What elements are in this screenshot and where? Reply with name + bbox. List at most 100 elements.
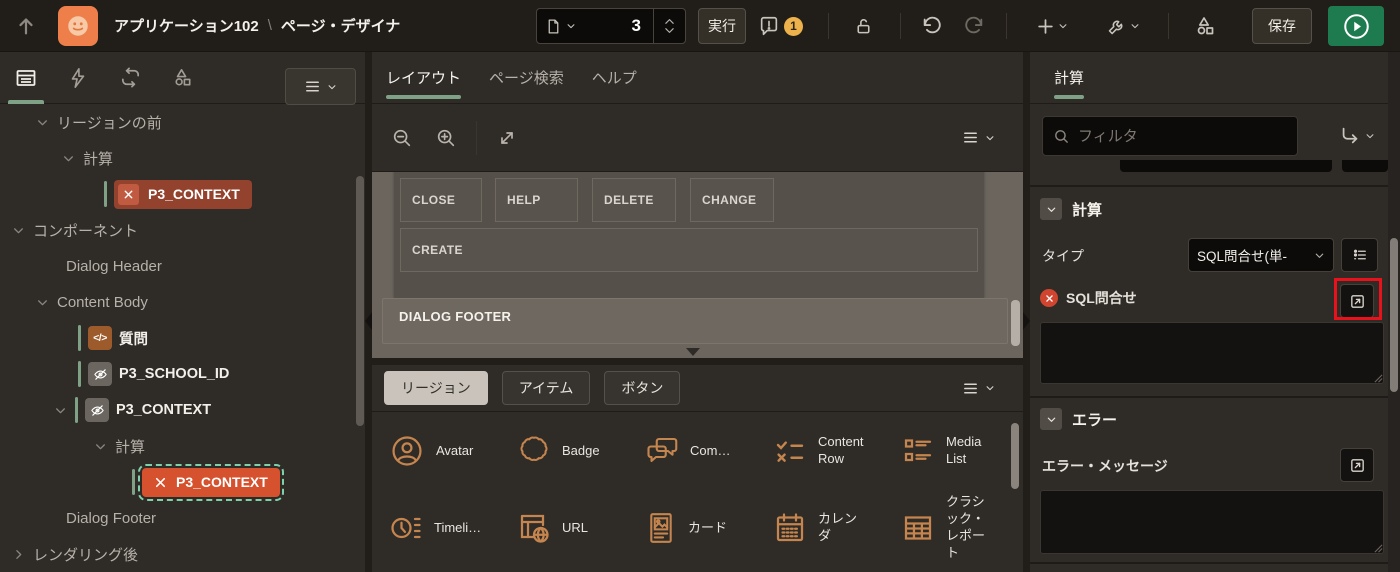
sql-query-textarea[interactable] [1040, 322, 1384, 384]
tree-item-item-computations[interactable]: 計算 [0, 428, 365, 464]
quick-pick-button[interactable] [1341, 238, 1378, 272]
tab-rendering[interactable] [0, 52, 52, 104]
gallery-item-avatar[interactable]: Avatar [388, 420, 516, 482]
gallery-item-badge[interactable]: Badge [516, 420, 644, 482]
application-logo[interactable] [58, 5, 98, 46]
layout-menu-button[interactable] [962, 129, 995, 146]
filter-input[interactable] [1078, 127, 1287, 145]
clipped-field [1120, 160, 1332, 172]
collapse-right-arrow[interactable] [1023, 312, 1030, 330]
error-message-textarea[interactable] [1040, 490, 1384, 554]
tree-item-dialog-footer[interactable]: Dialog Footer [0, 500, 365, 536]
run-page-button[interactable]: 実行 [698, 8, 746, 44]
undo-button[interactable] [914, 8, 950, 44]
layout-canvas[interactable]: CLOSE HELP DELETE CHANGE CREATE DIALOG F… [372, 172, 1023, 358]
gallery-item-media-list[interactable]: Media List [900, 420, 1028, 482]
zoom-in-button[interactable] [424, 127, 468, 149]
gallery-item-content-row[interactable]: Content Row [772, 420, 900, 482]
tree-item-p3-context-computation[interactable]: P3_CONTEXT [0, 176, 365, 212]
chevron-down-icon[interactable] [10, 224, 26, 237]
expand-button[interactable] [485, 128, 529, 148]
warning-bubble-icon [758, 15, 780, 37]
computation-type-select[interactable]: SQL問合せ(単- [1188, 238, 1334, 272]
canvas-button-help[interactable]: HELP [495, 178, 578, 222]
page-number-stepper[interactable] [653, 9, 685, 43]
gallery-tab-items[interactable]: アイテム [501, 371, 591, 405]
gallery-item-comment[interactable]: Com… [644, 420, 772, 482]
chevron-right-icon[interactable] [10, 548, 26, 561]
redo-button[interactable] [956, 8, 992, 44]
zoom-in-icon [437, 129, 455, 146]
tree-item-computations[interactable]: 計算 [0, 140, 365, 176]
tree-scrollbar[interactable] [356, 176, 364, 426]
tree-item-p3-school-id[interactable]: P3_SCHOOL_ID [0, 356, 365, 392]
canvas-button-close[interactable]: CLOSE [400, 178, 482, 222]
tree-menu-button[interactable] [285, 68, 356, 105]
error-message-editor-button[interactable] [1340, 448, 1374, 482]
tree-item-before-regions[interactable]: リージョンの前 [0, 104, 365, 140]
breadcrumb-app[interactable]: アプリケーション102 [114, 15, 259, 36]
tree-item-dialog-header[interactable]: Dialog Header [0, 248, 365, 284]
dialog-footer-region[interactable]: DIALOG FOOTER [382, 298, 1008, 344]
back-arrow-button[interactable] [6, 8, 46, 44]
tree-item-p3-context[interactable]: P3_CONTEXT [0, 392, 365, 428]
chevron-down-icon[interactable] [52, 404, 68, 417]
page-number[interactable]: 3 [580, 16, 645, 36]
gallery-scrollbar[interactable] [1011, 423, 1019, 489]
collapse-section-button[interactable] [1040, 408, 1062, 430]
tab-computation[interactable]: 計算 [1054, 52, 1085, 103]
tree-item-components[interactable]: コンポーネント [0, 212, 365, 248]
save-button[interactable]: 保存 [1252, 8, 1312, 44]
sql-code-editor-button[interactable] [1340, 284, 1374, 318]
play-icon [1343, 13, 1369, 39]
tab-page-shared-components[interactable] [156, 52, 208, 104]
warnings-button[interactable]: 1 [758, 8, 803, 44]
canvas-button-create[interactable]: CREATE [400, 228, 978, 272]
canvas-button-change[interactable]: CHANGE [690, 178, 774, 222]
page-selector-main[interactable]: 3 [537, 9, 653, 43]
hamburger-icon [306, 81, 319, 92]
utilities-menu-button[interactable] [1096, 8, 1150, 44]
gallery-menu-button[interactable] [962, 380, 995, 397]
unlock-icon[interactable] [846, 8, 880, 44]
selected-computation-node[interactable]: P3_CONTEXT [138, 463, 284, 501]
canvas-button-delete[interactable]: DELETE [592, 178, 676, 222]
collapse-down-handle[interactable] [686, 348, 700, 356]
chevron-down-icon[interactable] [92, 440, 108, 453]
gallery-item-cards[interactable]: カード [644, 485, 772, 571]
section-title: エラー [1072, 411, 1118, 429]
chevron-down-icon[interactable] [34, 296, 50, 309]
canvas-gallery-splitter[interactable] [372, 358, 1023, 365]
tree-item-p3-context-selected[interactable]: P3_CONTEXT [0, 463, 365, 501]
save-and-run-button[interactable] [1328, 6, 1384, 46]
chevron-down-icon[interactable] [60, 152, 76, 165]
chevron-down-icon[interactable] [34, 116, 50, 129]
shared-components-button[interactable] [1186, 8, 1224, 44]
tab-processing[interactable] [104, 52, 156, 104]
tab-help[interactable]: ヘルプ [592, 52, 637, 103]
dialog-region-box[interactable]: CLOSE HELP DELETE CHANGE CREATE [394, 172, 984, 300]
gallery-tab-buttons[interactable]: ボタン [604, 371, 681, 405]
error-x-icon [155, 477, 166, 487]
tree-item-content-body[interactable]: Content Body [0, 284, 365, 320]
right-scrollbar-track[interactable] [1388, 52, 1400, 572]
computation-node[interactable]: P3_CONTEXT [114, 179, 252, 209]
tree-item-after-rendering[interactable]: レンダリング後 [0, 536, 365, 572]
gallery-item-calendar[interactable]: カレンダ [772, 485, 900, 571]
create-menu-button[interactable] [1026, 8, 1078, 44]
collapse-section-button[interactable] [1040, 198, 1062, 220]
go-to-group-button[interactable] [1326, 116, 1388, 156]
gallery-tab-regions[interactable]: リージョン [384, 371, 488, 405]
right-scrollbar-thumb[interactable] [1390, 238, 1398, 392]
chevron-down-icon [986, 386, 994, 391]
gallery-item-classic-report[interactable]: クラシック・レポート [900, 485, 1028, 571]
tab-dynamic-actions[interactable] [52, 52, 104, 104]
tab-page-search[interactable]: ページ検索 [489, 52, 564, 103]
zoom-out-button[interactable] [380, 127, 424, 149]
tab-layout[interactable]: レイアウト [386, 52, 462, 103]
tree-item-question[interactable]: </> 質問 [0, 320, 365, 356]
collapse-left-arrow[interactable] [365, 312, 372, 330]
gallery-item-timeline[interactable]: Timeli… [388, 485, 516, 571]
gallery-item-url[interactable]: URL [516, 485, 644, 571]
canvas-scrollbar[interactable] [1011, 300, 1020, 346]
